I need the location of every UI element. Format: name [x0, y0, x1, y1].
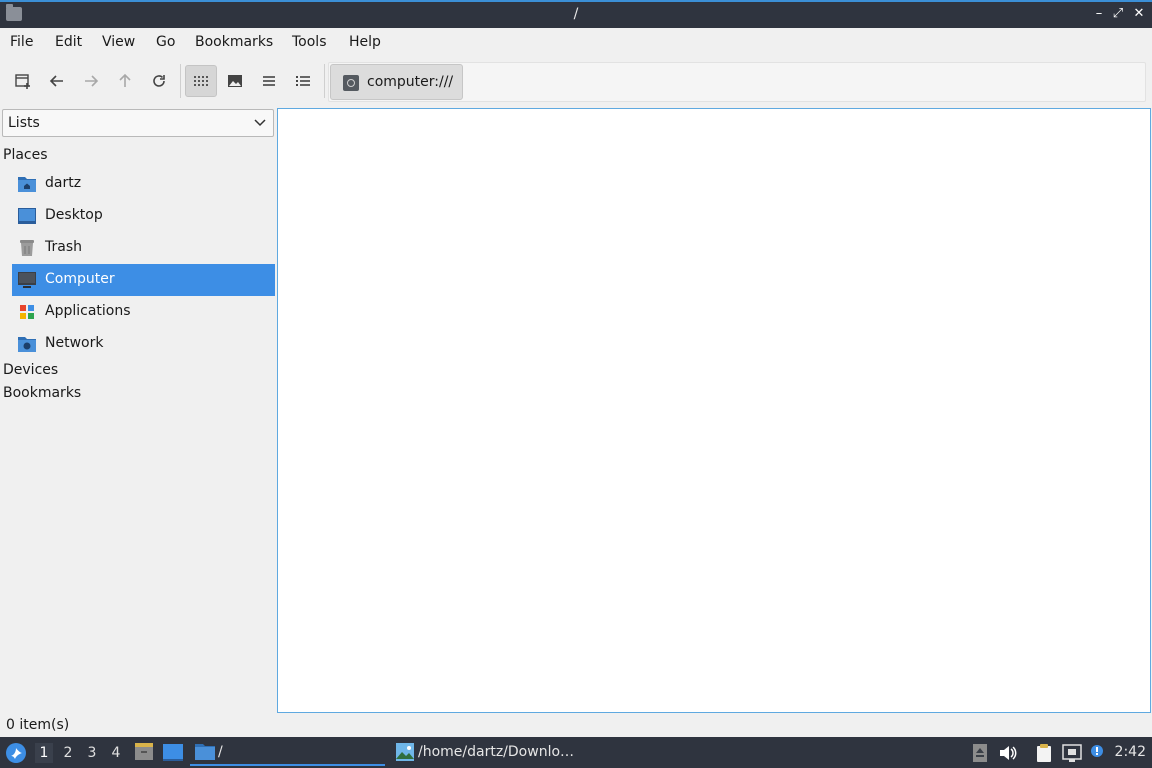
image-viewer-icon — [396, 743, 414, 761]
sidebar-item-trash[interactable]: Trash — [12, 232, 275, 264]
taskbar-task-file-manager[interactable]: / — [190, 737, 385, 768]
menu-bookmarks[interactable]: Bookmarks — [195, 34, 273, 50]
section-devices[interactable]: Devices — [3, 362, 58, 378]
sidebar-item-label: Network — [45, 335, 104, 351]
trash-icon — [20, 240, 34, 256]
applications-icon — [20, 305, 34, 319]
path-button-computer[interactable]: computer:/// — [330, 64, 463, 100]
detailed-list-view-button[interactable] — [287, 65, 319, 97]
sidebar-item-label: dartz — [45, 175, 82, 191]
folder-icon — [195, 744, 215, 760]
sidebar-item-label: Trash — [45, 239, 82, 255]
toolbar-separator — [324, 64, 325, 98]
clock[interactable]: 2:42 — [1115, 744, 1146, 760]
chevron-down-icon — [254, 119, 266, 127]
sidebar-item-dartz[interactable]: dartz — [12, 168, 275, 200]
show-desktop-icon[interactable] — [162, 742, 184, 762]
sidebar-item-label: Computer — [45, 271, 115, 287]
icon-view-icon — [194, 76, 208, 86]
start-menu-icon[interactable] — [5, 742, 27, 764]
sidebar-item-label: Applications — [45, 303, 131, 319]
detailed-list-view-icon — [296, 76, 310, 86]
taskbar-task-label: /home/dartz/Downlo… — [418, 744, 575, 760]
new-tab-button[interactable] — [7, 65, 39, 97]
clipboard-icon[interactable] — [1034, 743, 1054, 763]
menu-bar: File Edit View Go Bookmarks Tools Help — [0, 28, 1152, 56]
side-pane-mode-value: Lists — [8, 115, 40, 131]
up-icon — [119, 73, 131, 87]
sidebar-item-network[interactable]: Network — [12, 328, 275, 360]
maximize-button[interactable]: ⤢ — [1110, 6, 1126, 22]
network-icon[interactable] — [1062, 743, 1082, 763]
icon-view-button[interactable] — [185, 65, 217, 97]
thumbnail-view-button[interactable] — [219, 65, 251, 97]
menu-edit[interactable]: Edit — [55, 34, 82, 50]
network-folder-icon — [18, 337, 36, 352]
sidebar-item-desktop[interactable]: Desktop — [12, 200, 275, 232]
update-notifier-icon[interactable] — [1088, 743, 1108, 763]
taskbar-task-image-viewer[interactable]: /home/dartz/Downlo… — [390, 737, 590, 768]
file-view[interactable] — [277, 108, 1151, 713]
reload-icon — [153, 75, 165, 87]
home-folder-icon — [18, 177, 36, 192]
compact-view-icon — [263, 76, 275, 86]
forward-button[interactable] — [75, 65, 107, 97]
file-manager-launcher-icon[interactable] — [134, 742, 154, 762]
sidebar-item-label: Desktop — [45, 207, 103, 223]
path-button-label: computer:/// — [367, 74, 454, 90]
toolbar: computer:/// — [0, 60, 1152, 104]
desktop-switch-4[interactable]: 4 — [107, 743, 125, 763]
close-button[interactable]: ✕ — [1131, 6, 1147, 22]
menu-view[interactable]: View — [102, 34, 135, 50]
section-places[interactable]: Places — [3, 147, 48, 163]
desktop-switch-2[interactable]: 2 — [59, 743, 77, 763]
menu-help[interactable]: Help — [349, 34, 381, 50]
window-title: / — [573, 6, 579, 22]
toolbar-separator — [180, 64, 181, 98]
title-bar: / – ⤢ ✕ — [0, 0, 1152, 28]
drive-icon — [343, 75, 359, 91]
minimize-button[interactable]: – — [1091, 6, 1107, 22]
compact-view-button[interactable] — [253, 65, 285, 97]
desktop-icon — [18, 208, 36, 224]
up-button[interactable] — [109, 65, 141, 97]
reload-button[interactable] — [143, 65, 175, 97]
sidebar: Lists Places dartz Desktop Trash Compute… — [0, 106, 276, 714]
menu-file[interactable]: File — [10, 34, 33, 50]
section-bookmarks[interactable]: Bookmarks — [3, 385, 81, 401]
sidebar-item-applications[interactable]: Applications — [12, 296, 275, 328]
back-button[interactable] — [41, 65, 73, 97]
desktop-switch-3[interactable]: 3 — [83, 743, 101, 763]
back-icon — [49, 75, 63, 87]
desktop-switch-1[interactable]: 1 — [35, 743, 53, 763]
forward-icon — [85, 75, 99, 87]
eject-icon[interactable] — [970, 743, 990, 763]
path-bar: computer:/// — [328, 62, 1146, 102]
menu-tools[interactable]: Tools — [292, 34, 327, 50]
computer-icon — [18, 272, 36, 288]
menu-go[interactable]: Go — [156, 34, 175, 50]
volume-icon[interactable] — [998, 743, 1018, 763]
sidebar-item-computer[interactable]: Computer — [12, 264, 275, 296]
taskbar: 1 2 3 4 / /home/dartz/Downlo… 2:42 — [0, 737, 1152, 768]
new-tab-icon — [15, 74, 30, 89]
thumbnail-view-icon — [228, 75, 242, 87]
side-pane-mode-select[interactable]: Lists — [2, 109, 274, 137]
taskbar-task-label: / — [218, 744, 223, 760]
status-text: 0 item(s) — [6, 717, 70, 733]
